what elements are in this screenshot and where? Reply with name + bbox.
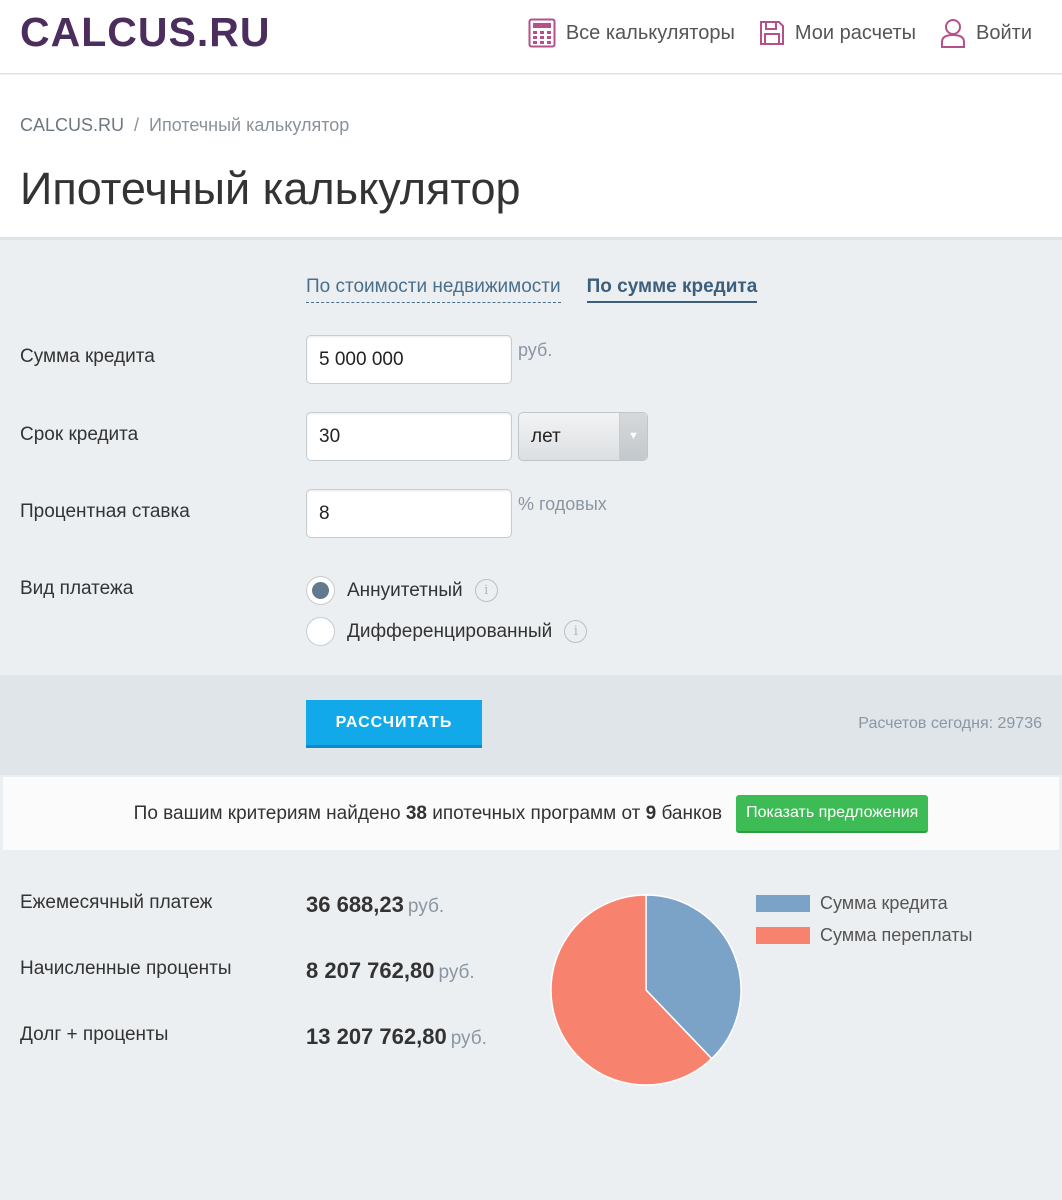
offers-text-middle: ипотечных программ от bbox=[432, 802, 641, 824]
interest-rate-label: Процентная ставка bbox=[20, 501, 190, 522]
breadcrumb-separator: / bbox=[134, 115, 140, 135]
differentiated-radio[interactable] bbox=[306, 617, 335, 646]
calculate-button[interactable]: РАССЧИТАТЬ bbox=[306, 700, 482, 748]
monthly-payment-unit: руб. bbox=[407, 896, 445, 917]
chart-legend: Сумма кредита Сумма переплаты bbox=[756, 890, 972, 954]
total-debt-amount: 13 207 762,80 bbox=[306, 1024, 447, 1049]
loan-term-input[interactable]: 30 bbox=[306, 412, 512, 461]
monthly-payment-label: Ежемесячный платеж bbox=[20, 892, 213, 913]
payment-type-differentiated[interactable]: Дифференцированный i bbox=[306, 617, 588, 646]
loan-amount-unit: руб. bbox=[518, 340, 553, 360]
legend-label-overpayment: Сумма переплаты bbox=[820, 924, 973, 945]
save-icon bbox=[759, 21, 784, 45]
calculations-today-counter: Расчетов сегодня: 29736 bbox=[858, 715, 1042, 732]
annuity-radio[interactable] bbox=[306, 576, 335, 605]
show-offers-button[interactable]: Показать предложения bbox=[736, 794, 929, 833]
loan-amount-input[interactable]: 5 000 000 bbox=[306, 335, 512, 384]
total-debt-label: Долг + проценты bbox=[20, 1024, 169, 1045]
loan-term-period-select[interactable]: лет ▼ bbox=[518, 412, 648, 461]
loan-term-period-value: лет bbox=[531, 426, 561, 447]
offers-programs-count: 38 bbox=[405, 802, 427, 824]
nav-my-calculations-label: Мои расчеты bbox=[794, 21, 917, 44]
breadcrumb-current: Ипотечный калькулятор bbox=[149, 115, 350, 135]
total-debt-unit: руб. bbox=[450, 1028, 487, 1049]
offers-banks-count: 9 bbox=[645, 802, 657, 824]
offers-text-before: По вашим критериям найдено bbox=[133, 802, 401, 824]
calculate-bar: РАССЧИТАТЬ Расчетов сегодня: 29736 bbox=[0, 675, 1062, 775]
payment-type-label: Вид платежа bbox=[20, 578, 134, 599]
top-nav: Все калькуляторы Мои расчеты Войти bbox=[528, 16, 1032, 50]
accrued-interest-label: Начисленные проценты bbox=[20, 958, 232, 979]
accrued-interest-amount: 8 207 762,80 bbox=[306, 958, 435, 983]
page-title: Ипотечный калькулятор bbox=[20, 163, 521, 214]
nav-login-label: Войти bbox=[976, 21, 1032, 44]
tab-by-loan-amount[interactable]: По сумме кредита bbox=[586, 276, 758, 303]
loan-term-label: Срок кредита bbox=[20, 424, 139, 445]
nav-all-calculators-label: Все калькуляторы bbox=[565, 21, 735, 44]
offers-banner: По вашим критериям найдено 38 ипотечных … bbox=[3, 777, 1059, 850]
nav-login[interactable]: Войти bbox=[940, 18, 1032, 48]
user-icon bbox=[941, 19, 966, 48]
breadcrumb: CALCUS.RU / Ипотечный калькулятор bbox=[20, 115, 349, 136]
legend-swatch-loan-amount bbox=[756, 894, 810, 912]
total-debt-value: 13 207 762,80 руб. bbox=[306, 1024, 487, 1050]
monthly-payment-value: 36 688,23 руб. bbox=[306, 892, 444, 918]
info-icon[interactable]: i bbox=[474, 579, 498, 602]
accrued-interest-value: 8 207 762,80 руб. bbox=[306, 958, 475, 984]
site-header: CALCUS.RU Все калькуляторы Мои расчеты В… bbox=[0, 0, 1062, 74]
calculator-icon bbox=[528, 18, 556, 48]
nav-all-calculators[interactable]: Все калькуляторы bbox=[528, 18, 735, 48]
legend-item-loan-amount: Сумма кредита bbox=[756, 890, 972, 916]
differentiated-label: Дифференцированный bbox=[347, 620, 553, 642]
site-logo[interactable]: CALCUS.RU bbox=[20, 10, 270, 54]
breadcrumb-home[interactable]: CALCUS.RU bbox=[20, 115, 124, 136]
chevron-down-icon: ▼ bbox=[619, 413, 647, 460]
tab-by-property-price[interactable]: По стоимости недвижимости bbox=[306, 276, 561, 303]
legend-label-loan-amount: Сумма кредита bbox=[820, 892, 948, 913]
info-icon[interactable]: i bbox=[564, 620, 588, 643]
monthly-payment-amount: 36 688,23 bbox=[306, 892, 404, 917]
nav-my-calculations[interactable]: Мои расчеты bbox=[759, 20, 916, 46]
title-section: CALCUS.RU / Ипотечный калькулятор Ипотеч… bbox=[0, 75, 1062, 240]
legend-item-overpayment: Сумма переплаты bbox=[756, 922, 972, 948]
accrued-interest-unit: руб. bbox=[438, 962, 475, 983]
interest-rate-unit: % годовых bbox=[518, 494, 607, 514]
calc-mode-tabs: По стоимости недвижимости По сумме креди… bbox=[306, 276, 758, 303]
payment-structure-pie-chart bbox=[550, 894, 742, 1086]
payment-type-annuity[interactable]: Аннуитетный i bbox=[306, 576, 498, 605]
legend-swatch-overpayment bbox=[756, 926, 810, 944]
offers-text-after: банков bbox=[661, 802, 723, 824]
annuity-label: Аннуитетный bbox=[347, 579, 463, 601]
offers-text: По вашим критериям найдено 38 ипотечных … bbox=[134, 803, 722, 825]
loan-amount-label: Сумма кредита bbox=[20, 346, 155, 367]
interest-rate-input[interactable]: 8 bbox=[306, 489, 512, 538]
